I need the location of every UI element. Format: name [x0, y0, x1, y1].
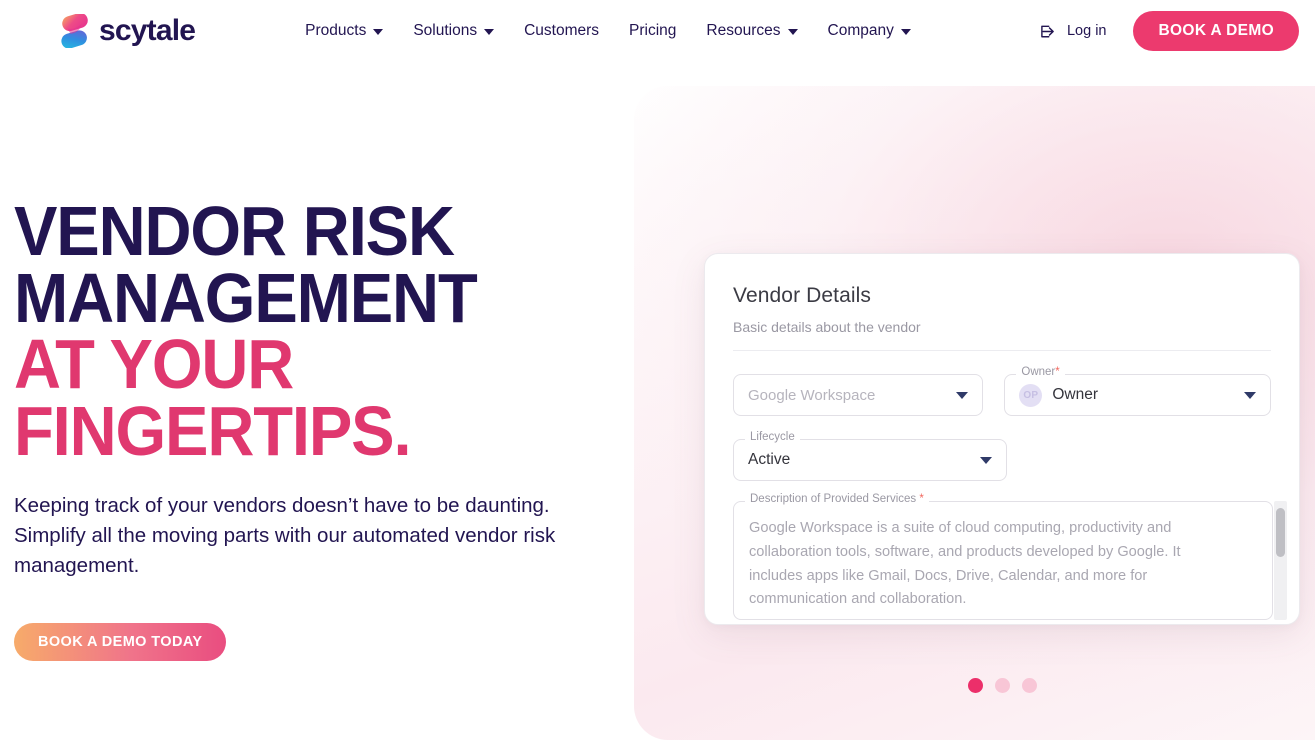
login-arrow-icon [1041, 25, 1054, 37]
nav-label-customers: Customers [524, 22, 600, 39]
login-label: Log in [1066, 23, 1107, 39]
landing-page: scytale Products Solutions Customers Pri… [0, 0, 1315, 740]
nav-label-company: Company [827, 22, 894, 39]
vendor-card-title: Vendor Details [733, 284, 871, 307]
carousel-dot-3[interactable] [1022, 678, 1037, 693]
book-a-demo-button[interactable]: BOOK A DEMO [1133, 11, 1299, 51]
headline-line-3: AT YOUR [14, 325, 294, 403]
brand-name: scytale [99, 14, 196, 47]
carousel-dots [968, 678, 1037, 693]
chevron-down-icon [787, 29, 798, 35]
description-legend-text: Description of Provided Services [750, 493, 917, 505]
headline-line-2: MANAGEMENT [14, 258, 478, 337]
header-actions: Log in BOOK A DEMO [1040, 11, 1299, 51]
login-link[interactable]: Log in [1040, 22, 1107, 41]
required-asterisk: * [1055, 366, 1060, 378]
lifecycle-row: Lifecycle Active [733, 431, 1271, 481]
chevron-down-icon [1244, 392, 1256, 399]
nav-label-pricing: Pricing [629, 22, 677, 39]
carousel-dot-1[interactable] [968, 678, 983, 693]
carousel-dot-2[interactable] [995, 678, 1010, 693]
lifecycle-select[interactable]: Lifecycle Active [733, 431, 1007, 481]
main-navigation: Products Solutions Customers Pricing Res… [305, 22, 911, 40]
chevron-down-icon [980, 457, 992, 464]
description-field-legend: Description of Provided Services * [745, 493, 929, 506]
lifecycle-value: Active [748, 451, 791, 468]
vendor-name-placeholder: Google Workspace [748, 386, 876, 404]
scytale-s-logo-icon [61, 14, 88, 48]
hero-subtitle: Keeping track of your vendors doesn’t ha… [14, 494, 556, 578]
chevron-down-icon [484, 29, 495, 35]
nav-item-company[interactable]: Company [828, 22, 911, 40]
owner-value: Owner [1052, 386, 1099, 403]
page-title: VENDOR RISK MANAGEMENT AT YOUR FINGERTIP… [14, 192, 591, 470]
description-text: Google Workspace is a suite of cloud com… [749, 520, 1181, 608]
description-scrollbar[interactable] [1274, 501, 1287, 620]
chevron-down-icon [900, 29, 911, 35]
headline-line-4: FINGERTIPS. [14, 391, 412, 470]
avatar: OP [1019, 383, 1043, 407]
nav-item-customers[interactable]: Customers [524, 22, 599, 40]
card-divider [733, 350, 1271, 351]
book-a-demo-today-button[interactable]: BOOK A DEMO TODAY [14, 623, 227, 662]
vendor-details-card: Vendor Details Basic details about the v… [704, 253, 1300, 625]
nav-label-resources: Resources [706, 22, 781, 39]
chevron-down-icon [373, 29, 384, 35]
vendor-fields-row: Google Workspace Owner* OP Owner [733, 366, 1271, 416]
nav-label-products: Products [305, 22, 367, 39]
nav-label-solutions: Solutions [413, 22, 478, 39]
chevron-down-icon [956, 392, 969, 399]
owner-legend-text: Owner [1021, 366, 1056, 378]
required-asterisk: * [919, 493, 924, 505]
nav-item-products[interactable]: Products [305, 22, 384, 40]
owner-field-legend: Owner* [1016, 366, 1065, 379]
vendor-name-select[interactable]: Google Workspace [733, 374, 984, 416]
description-textarea[interactable]: Description of Provided Services * Googl… [733, 493, 1273, 620]
owner-select[interactable]: Owner* OP Owner [1004, 366, 1271, 416]
nav-item-solutions[interactable]: Solutions [413, 22, 495, 40]
description-scrollbar-thumb[interactable] [1276, 508, 1285, 557]
hero-copy: VENDOR RISK MANAGEMENT AT YOUR FINGERTIP… [14, 192, 634, 662]
lifecycle-field-legend: Lifecycle [745, 431, 800, 444]
description-field-wrap: Description of Provided Services * Googl… [733, 493, 1287, 620]
brand-logo-link[interactable]: scytale [59, 14, 196, 48]
vendor-card-subtitle: Basic details about the vendor [733, 319, 921, 335]
nav-item-resources[interactable]: Resources [706, 22, 798, 40]
site-header: scytale Products Solutions Customers Pri… [0, 0, 1315, 62]
nav-item-pricing[interactable]: Pricing [629, 22, 676, 40]
headline-line-1: VENDOR RISK [14, 192, 455, 270]
